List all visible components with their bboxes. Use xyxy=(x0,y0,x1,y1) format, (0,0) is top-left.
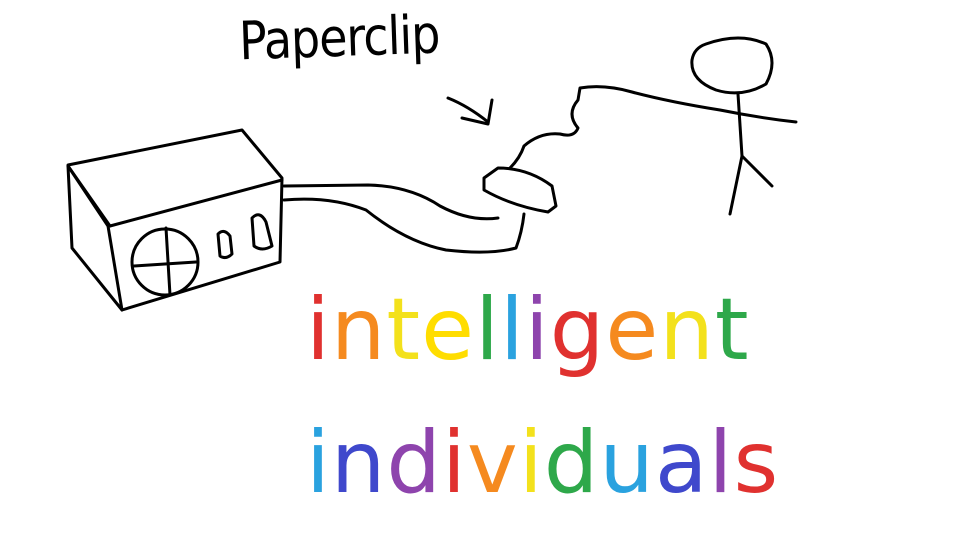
letter: d xyxy=(543,413,600,513)
letter: g xyxy=(549,280,606,380)
letter: i xyxy=(524,280,550,380)
letter: t xyxy=(714,280,750,380)
word-intelligent: intelligent xyxy=(306,287,750,373)
letter: i xyxy=(442,413,467,513)
letter: t xyxy=(386,280,422,380)
letter: d xyxy=(386,413,443,513)
stick-figure xyxy=(690,36,774,216)
letter: a xyxy=(654,413,709,513)
cable xyxy=(282,183,526,254)
letter: n xyxy=(330,413,387,513)
letter: e xyxy=(605,280,660,380)
paperclip-label: Paperclip xyxy=(238,3,441,73)
letter: i xyxy=(306,413,331,513)
arrow-icon xyxy=(446,96,494,126)
letter: l xyxy=(708,413,734,513)
letter: v xyxy=(466,413,519,513)
letter: u xyxy=(599,413,655,513)
letter: i xyxy=(518,413,544,513)
paperclip-wire xyxy=(508,85,798,170)
letter: n xyxy=(330,280,387,380)
letter: e xyxy=(421,280,476,380)
letter: n xyxy=(659,280,715,380)
drawing-canvas: Paperclip intelligent individuals xyxy=(0,0,960,540)
letter: l xyxy=(499,280,525,380)
letter: s xyxy=(733,413,780,513)
box-device xyxy=(66,128,284,312)
letter: l xyxy=(475,280,500,380)
letter: i xyxy=(306,280,331,380)
word-individuals: individuals xyxy=(306,420,779,506)
plug xyxy=(482,166,558,214)
